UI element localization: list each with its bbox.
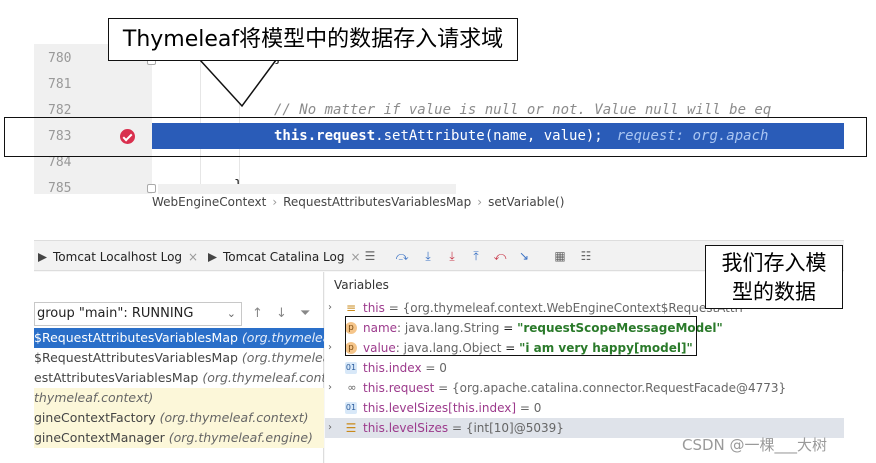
code-line-782-comment[interactable]: // No matter if value is null or not. Va… (274, 102, 771, 118)
frame-method: estAttributesVariablesMap (34, 370, 199, 385)
frame-item[interactable]: thymeleaf.context) (34, 388, 324, 408)
log-icon (38, 253, 47, 262)
callout-line: 我们存入模 (721, 251, 827, 275)
line-number: 780 (48, 51, 72, 66)
step-over-icon[interactable]: ⤼ (394, 249, 410, 263)
arrow-up-icon[interactable]: ↑ (252, 306, 263, 321)
close-icon[interactable]: × (350, 250, 360, 264)
variable-row[interactable]: › ∞ this.request = {org.apache.catalina.… (325, 378, 844, 398)
evaluate-expression-icon[interactable]: ▦ (552, 249, 568, 263)
frame-item[interactable]: $RequestAttributesVariablesMap (org.thym… (34, 348, 324, 368)
chevron-right-icon: › (272, 195, 278, 209)
menu-icon[interactable]: ☰ (362, 249, 378, 263)
frame-package: (org.thymeleaf.context) (159, 410, 309, 425)
array-icon: ☰ (345, 421, 357, 435)
expand-arrow-icon[interactable]: › (328, 338, 332, 358)
field-icon: 01 (345, 362, 357, 374)
close-icon[interactable]: × (188, 250, 198, 264)
arrow-down-icon[interactable]: ↓ (276, 306, 287, 321)
trace-stream-icon[interactable]: ☷ (578, 249, 594, 263)
tab-tomcat-localhost-log[interactable]: Tomcat Localhost Log × (38, 250, 198, 264)
force-step-into-icon[interactable]: ⤓ (444, 249, 460, 263)
frame-package: (org.thymeleaf.cor (241, 330, 324, 345)
thread-select[interactable]: group "main": RUNNING ⌄ (34, 302, 242, 326)
line-number: 782 (48, 103, 72, 118)
annotation-callout-right: 我们存入模 型的数据 (705, 245, 843, 309)
variable-value: = {int[10]@5039} (448, 421, 564, 435)
frames-pane: group "main": RUNNING ⌄ ↑ ↓ ⏷ $RequestAtt… (34, 272, 324, 463)
variables-title: Variables (334, 278, 389, 292)
variable-name: this.levelSizes (363, 421, 449, 435)
annotation-frame-current-line (4, 117, 867, 157)
variable-name: this.request (363, 381, 435, 395)
fold-marker-icon[interactable] (147, 184, 156, 193)
frame-method: $RequestAttributesVariablesMap (34, 330, 238, 345)
variable-row[interactable]: 01 this.index = 0 (325, 358, 844, 378)
frame-method: gineContextFactory (34, 410, 156, 425)
watch-glasses-icon: ∞ (347, 381, 357, 394)
breadcrumb: WebEngineContext › RequestAttributesVariab… (152, 195, 564, 209)
variable-name: this.levelSizes[this.index] (363, 401, 517, 415)
frame-item[interactable]: estAttributesVariablesMap (org.thymeleaf… (34, 368, 324, 388)
drop-frame-icon[interactable]: ⤺ (492, 249, 508, 263)
variable-row[interactable]: 01 this.levelSizes[this.index] = 0 (325, 398, 844, 418)
annotation-frame-variables (345, 316, 697, 356)
frame-method: gineContextManager (34, 430, 165, 445)
frame-item[interactable]: gineContextManager (org.thymeleaf.engine… (34, 428, 324, 448)
chevron-down-icon: ⌄ (226, 307, 236, 320)
breadcrumb-item[interactable]: WebEngineContext (152, 195, 266, 209)
callout-line: 型的数据 (732, 280, 816, 304)
expand-arrow-icon[interactable]: › (328, 418, 332, 438)
annotation-callout-top: Thymeleaf将模型中的数据存入请求域 (108, 18, 518, 61)
frame-package: thymeleaf.context) (34, 390, 154, 405)
expand-arrow-icon[interactable]: › (328, 298, 332, 318)
line-number: 785 (48, 181, 72, 196)
line-number: 784 (48, 155, 72, 170)
frame-item[interactable]: gineContextFactory (org.thymeleaf.contex… (34, 408, 324, 428)
tab-tomcat-catalina-log[interactable]: Tomcat Catalina Log × (208, 250, 361, 264)
run-to-cursor-icon[interactable]: ↘ (516, 249, 532, 263)
object-icon: ≡ (345, 301, 357, 315)
variable-value: = {org.thymeleaf.context.WebEngineContex… (384, 301, 743, 315)
tab-label: Tomcat Localhost Log (53, 250, 183, 264)
expand-arrow-icon[interactable]: › (328, 378, 332, 398)
frame-package: (org.thymeleaf.engine) (168, 430, 313, 445)
frame-package: (org.thymeleaf.context) (202, 370, 324, 385)
step-out-icon[interactable]: ⤒ (468, 249, 484, 263)
log-icon (208, 253, 217, 262)
variable-name: this (363, 301, 385, 315)
variable-name: this.index (363, 361, 422, 375)
step-into-icon[interactable]: ⤓ (420, 249, 436, 263)
filter-icon[interactable]: ⏷ (300, 306, 310, 321)
frame-package: (org.thymeleaf.con (241, 350, 324, 365)
frame-item[interactable]: $RequestAttributesVariablesMap (org.thym… (34, 328, 324, 348)
line-number: 781 (48, 77, 72, 92)
horizontal-scrollbar[interactable] (158, 184, 456, 194)
thread-select-value: group "main": RUNNING (37, 306, 194, 321)
thread-bar: group "main": RUNNING ⌄ ↑ ↓ ⏷ (34, 302, 324, 328)
breadcrumb-item[interactable]: setVariable() (488, 195, 564, 209)
chevron-right-icon: › (477, 195, 483, 209)
variable-value: = 0 (516, 401, 542, 415)
frame-method: $RequestAttributesVariablesMap (34, 350, 238, 365)
watermark: CSDN @一棵___大树 (682, 436, 828, 454)
breadcrumb-item[interactable]: RequestAttributesVariablesMap (283, 195, 471, 209)
tab-label: Tomcat Catalina Log (223, 250, 345, 264)
field-icon: 01 (345, 402, 357, 414)
variable-value: = {org.apache.catalina.connector.Request… (434, 381, 787, 395)
variable-value: = 0 (421, 361, 447, 375)
